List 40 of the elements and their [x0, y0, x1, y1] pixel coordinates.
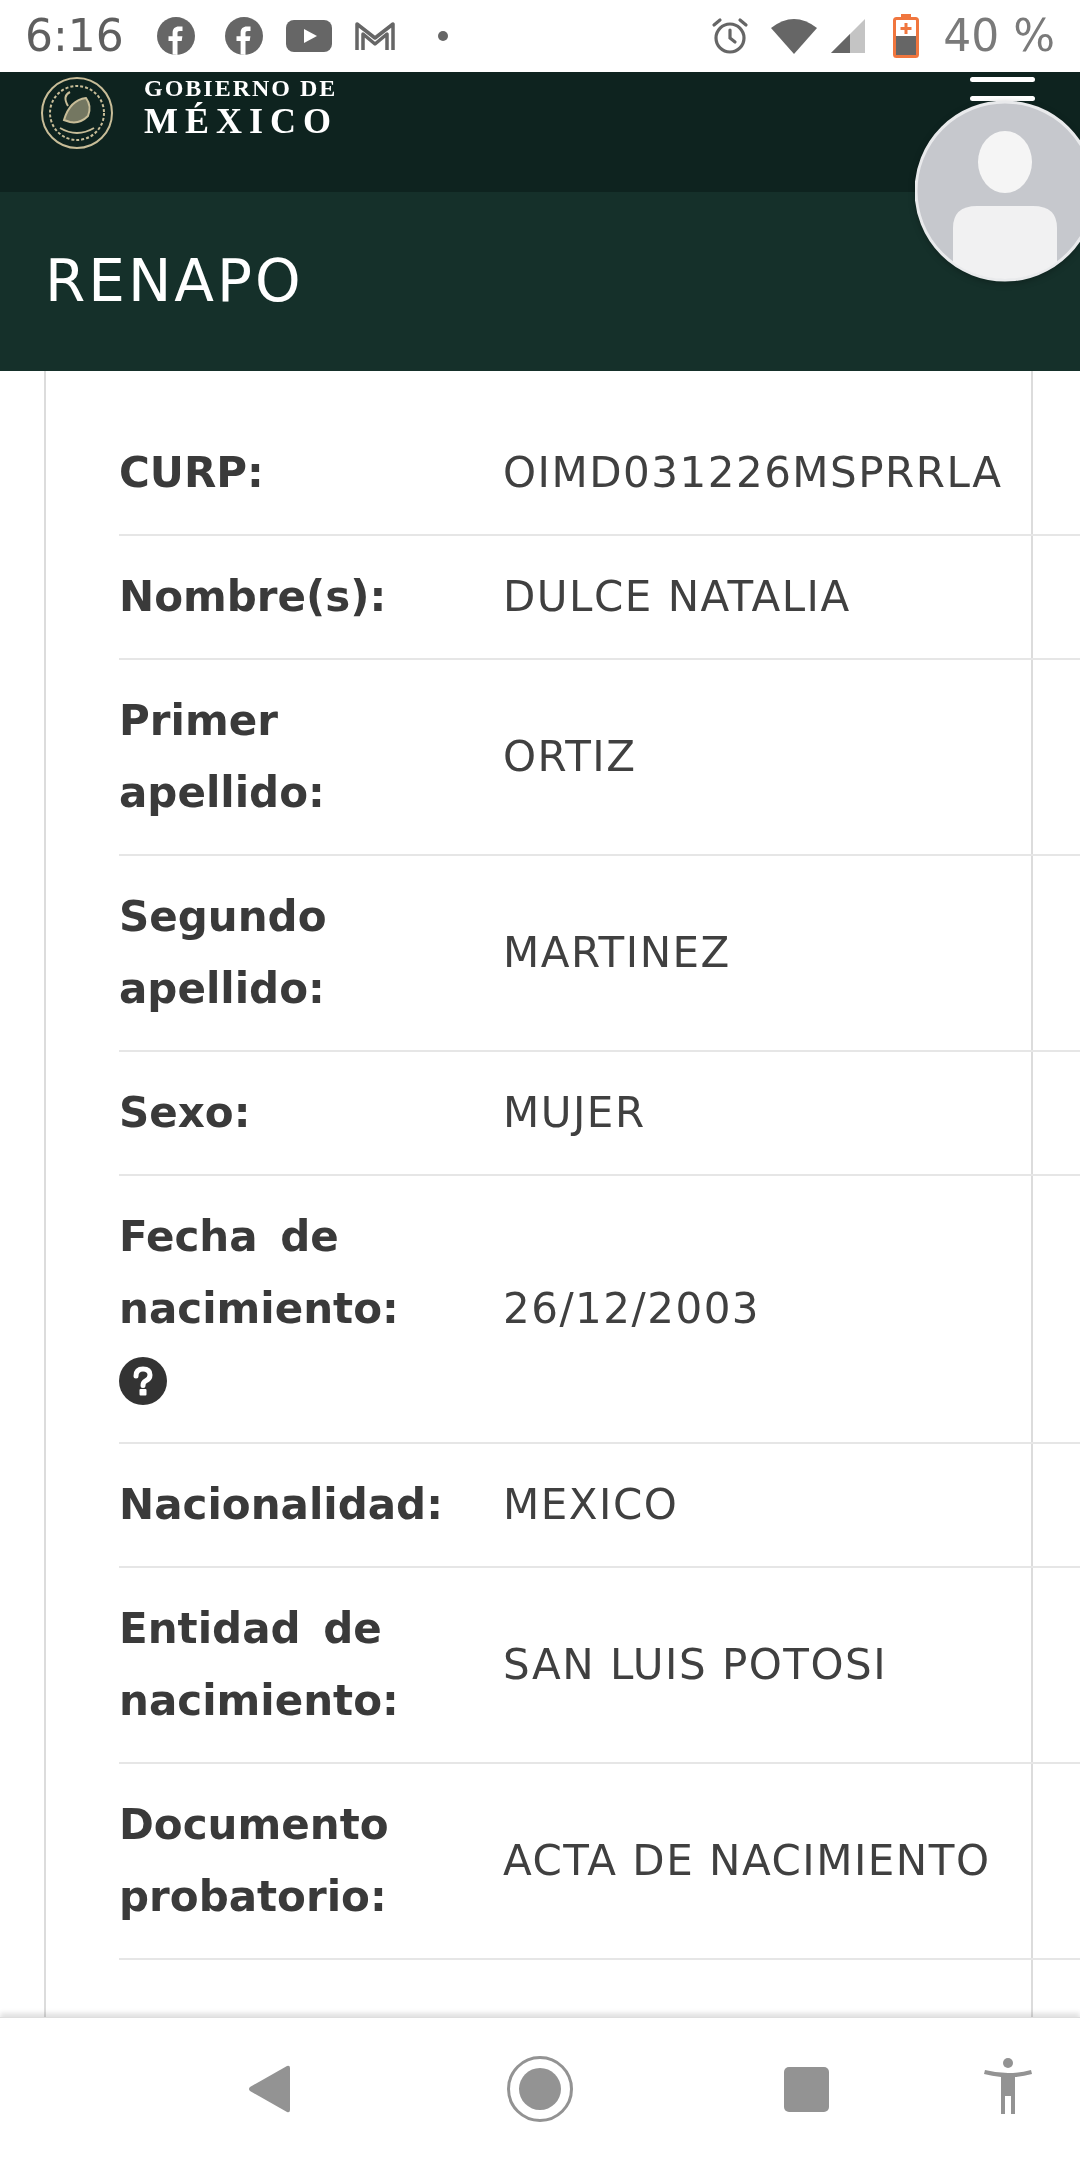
battery-icon — [893, 14, 920, 58]
mail-icon — [353, 20, 396, 52]
field-value: ACTA DE NACIMIENTO — [503, 1835, 992, 1887]
wordmark-main-line: MÉXICO — [144, 101, 338, 141]
wifi-icon — [771, 18, 818, 54]
video-play-icon — [285, 20, 332, 52]
field-label: Sexo: — [119, 1087, 251, 1139]
field-label: Segundo apellido: — [119, 891, 328, 1015]
status-time: 6:16 — [25, 14, 124, 58]
field-value: MARTINEZ — [503, 927, 732, 979]
field-label: Nacionalidad: — [119, 1479, 443, 1531]
dot-icon — [437, 31, 448, 41]
back-icon[interactable] — [248, 2065, 290, 2113]
field-label: Fecha de nacimiento: — [119, 1211, 400, 1335]
wordmark-top-line: GOBIERNO DE — [144, 75, 338, 101]
help-icon[interactable] — [119, 1357, 167, 1405]
section-title: RENAPO — [45, 249, 304, 314]
field-value: OIMD031226MSPRRLA — [503, 447, 1004, 499]
menu-icon[interactable] — [970, 77, 1035, 101]
field-value: ORTIZ — [503, 731, 638, 783]
avatar-icon[interactable] — [915, 100, 1080, 282]
field-value: SAN LUIS POTOSI — [503, 1639, 889, 1691]
home-icon[interactable] — [507, 2056, 573, 2122]
battery-percentage: 40 % — [943, 14, 1055, 58]
field-value: DULCE NATALIA — [503, 571, 852, 623]
field-value: MUJER — [503, 1087, 647, 1139]
signal-icon — [831, 19, 866, 53]
field-label: CURP: — [119, 447, 264, 499]
field-label: Entidad de nacimiento: — [119, 1603, 400, 1727]
field-value: 26/12/2003 — [503, 1283, 762, 1335]
alarm-icon — [711, 17, 750, 55]
field-label: Nombre(s): — [119, 571, 387, 623]
facebook-icon — [156, 17, 195, 55]
facebook-icon — [224, 17, 263, 55]
accessibility-icon[interactable] — [984, 2058, 1032, 2114]
emblem-icon — [40, 76, 114, 150]
recent-apps-icon[interactable] — [784, 2066, 829, 2112]
field-label: Primer apellido: — [119, 695, 326, 819]
field-value: MEXICO — [503, 1479, 680, 1531]
field-label: Documento probatorio: — [119, 1799, 390, 1923]
